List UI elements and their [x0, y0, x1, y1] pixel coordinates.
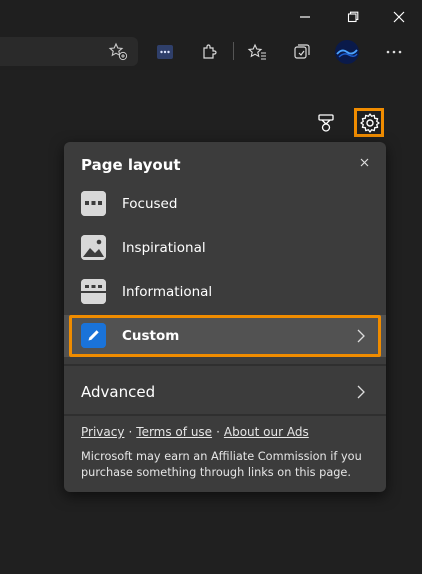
about-our-ads-link[interactable]: About our Ads [224, 425, 309, 439]
media-extension-button[interactable] [150, 37, 180, 66]
link-separator: · [128, 425, 133, 439]
favorites-icon [247, 43, 266, 60]
affiliate-disclaimer: Microsoft may earn an Affiliate Commissi… [81, 450, 362, 479]
layout-option-label: Focused [122, 196, 178, 212]
privacy-link[interactable]: Privacy [81, 425, 124, 439]
minimize-button[interactable] [282, 0, 328, 33]
layout-option-label: Inspirational [122, 240, 206, 256]
extensions-icon [203, 43, 217, 59]
terms-of-use-link[interactable]: Terms of use [136, 425, 212, 439]
restore-button[interactable] [330, 0, 376, 33]
rewards-button[interactable] [311, 108, 341, 138]
divider [64, 414, 386, 416]
layout-option-label: Informational [122, 284, 213, 300]
inspirational-layout-icon [81, 235, 106, 260]
divider [64, 364, 386, 366]
panel-close-button[interactable] [356, 154, 372, 170]
toolbar-separator [233, 42, 234, 60]
restore-icon [347, 11, 359, 22]
custom-option-highlight [69, 315, 381, 357]
layout-option-informational[interactable]: Informational [64, 270, 386, 314]
close-window-button[interactable] [376, 0, 422, 33]
media-extension-icon [157, 44, 173, 59]
more-icon [386, 50, 402, 53]
page-layout-panel: Page layout Focused Inspirational Inform… [64, 142, 386, 492]
star-add-icon [108, 42, 128, 60]
minimize-icon [300, 15, 310, 18]
layout-option-inspirational[interactable]: Inspirational [64, 226, 386, 270]
extensions-button[interactable] [194, 37, 224, 66]
more-button[interactable] [379, 37, 409, 66]
profile-icon [335, 39, 359, 64]
focused-layout-icon [81, 191, 106, 216]
favorites-button[interactable] [242, 37, 272, 66]
informational-layout-icon [81, 279, 106, 304]
link-separator: · [216, 425, 220, 439]
rewards-icon [318, 114, 334, 132]
close-icon [393, 11, 405, 22]
footer-links: Privacy · Terms of use · About our Ads [81, 425, 309, 439]
chevron-right-icon [357, 385, 365, 399]
layout-option-focused[interactable]: Focused [64, 182, 386, 226]
profile-button[interactable] [332, 37, 362, 66]
advanced-label: Advanced [81, 383, 156, 401]
advanced-row[interactable]: Advanced [64, 368, 386, 416]
collections-icon [294, 43, 310, 59]
panel-title: Page layout [81, 156, 181, 174]
settings-highlight [354, 108, 384, 137]
title-bar [0, 0, 422, 33]
add-favorite-button[interactable] [103, 37, 133, 66]
close-icon [360, 158, 368, 166]
collections-button[interactable] [287, 37, 317, 66]
